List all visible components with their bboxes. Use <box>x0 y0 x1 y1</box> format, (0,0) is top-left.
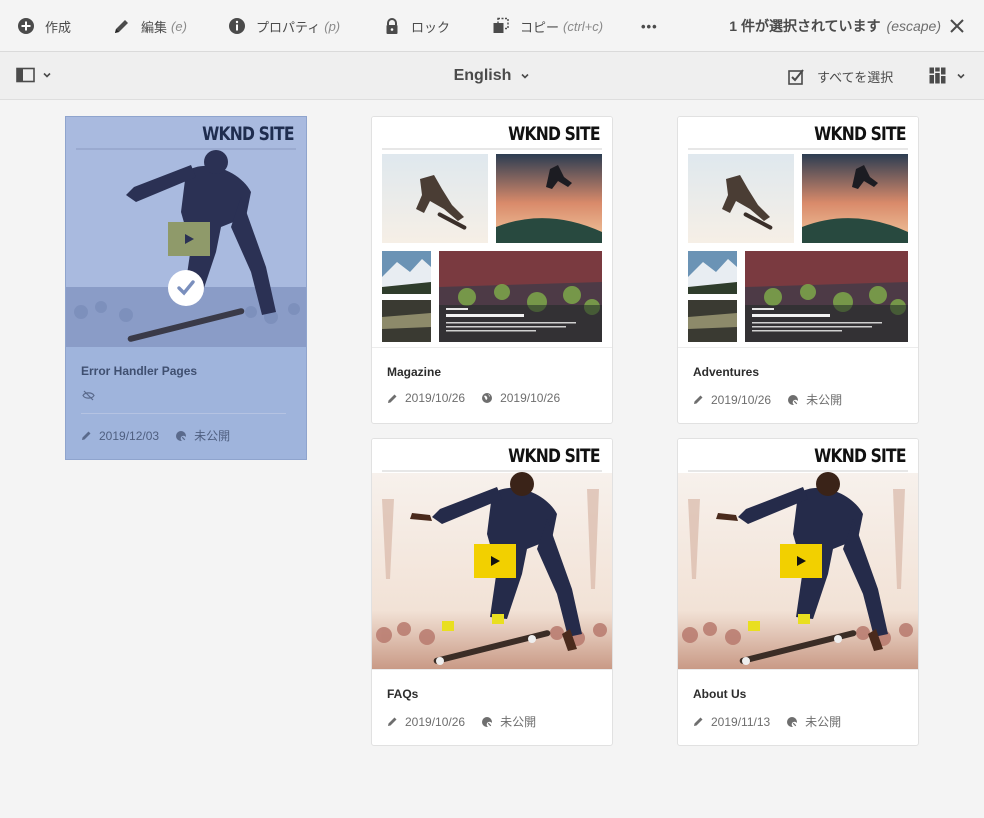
brand-logo: WKND SITE <box>202 123 294 145</box>
meta-divider <box>81 413 286 414</box>
language-label: English <box>453 67 512 84</box>
chevron-down-icon <box>957 73 965 79</box>
create-button[interactable]: 作成 <box>17 0 71 52</box>
pencil-icon <box>81 430 92 441</box>
card-thumbnail: WKND SITE <box>678 439 918 669</box>
card-status-row: 2019/10/26 2019/10/26 <box>387 391 560 405</box>
selection-shortcut: (escape) <box>886 18 941 34</box>
hidden-status <box>82 390 95 404</box>
card-title: Error Handler Pages <box>81 364 198 378</box>
properties-label: プロパティ <box>256 19 321 35</box>
card-thumbnail: WKND SITE <box>66 117 306 347</box>
brand-logo: WKND SITE <box>508 123 600 145</box>
language-selector[interactable]: English <box>454 67 531 85</box>
select-all-label: すべてを選択 <box>817 69 894 85</box>
lock-icon <box>383 17 401 35</box>
page-card-about-us[interactable]: WKND SITE About Us 2019/11/13 未公開 <box>677 438 919 746</box>
copy-label: コピー <box>520 19 560 35</box>
published-globe-icon <box>481 392 493 404</box>
card-view-icon <box>929 67 946 84</box>
brand-logo: WKND SITE <box>814 445 906 467</box>
pencil-icon <box>693 394 704 405</box>
unpublished-globe-icon <box>481 716 493 728</box>
play-button <box>168 222 210 256</box>
create-label: 作成 <box>45 19 72 35</box>
modified-date: 2019/12/03 <box>99 428 160 443</box>
card-thumbnail: WKND SITE <box>678 117 918 347</box>
card-title: Magazine <box>387 365 442 379</box>
play-button[interactable] <box>780 544 822 578</box>
modified-date: 2019/10/26 <box>405 714 466 729</box>
collage-image <box>688 148 908 342</box>
card-status-row: 2019/10/26 未公開 <box>387 713 536 730</box>
unpublished-globe-icon <box>175 430 187 442</box>
action-bar: 作成 編集 (e) プロパティ (p) ロック コピー (ctrl+c) •••… <box>0 0 984 52</box>
hidden-eye-icon <box>82 390 95 401</box>
publish-status: 未公開 <box>500 715 537 729</box>
pencil-icon <box>113 17 131 35</box>
pencil-icon <box>693 716 704 727</box>
modified-date: 2019/10/26 <box>711 392 772 407</box>
chevron-down-icon <box>521 73 529 79</box>
page-card-error-handler[interactable]: WKND SITE Error Handler Pages 2019/12/03… <box>65 116 307 460</box>
play-icon <box>491 556 500 566</box>
close-selection-button[interactable] <box>948 17 966 35</box>
card-title: FAQs <box>387 687 419 701</box>
card-thumbnail: WKND SITE <box>372 439 612 669</box>
more-icon: ••• <box>641 18 658 34</box>
properties-shortcut: (p) <box>324 18 341 34</box>
select-all-checkbox-icon <box>788 68 805 85</box>
card-title: Adventures <box>693 365 760 379</box>
properties-button[interactable]: プロパティ (p) <box>228 0 340 52</box>
play-icon <box>797 556 806 566</box>
publish-status: 未公開 <box>806 393 843 407</box>
page-card-faqs[interactable]: WKND SITE FAQs 2019/10/26 未公開 <box>371 438 613 746</box>
close-icon <box>950 19 964 33</box>
unpublished-globe-icon <box>786 716 798 728</box>
lock-button[interactable]: ロック <box>383 0 450 52</box>
card-status-row: 2019/10/26 未公開 <box>693 391 842 408</box>
lock-label: ロック <box>411 19 451 35</box>
add-circle-icon <box>17 17 35 35</box>
edit-label: 編集 <box>141 19 168 35</box>
selected-checkmark[interactable] <box>168 270 204 306</box>
brand-logo: WKND SITE <box>814 123 906 145</box>
pencil-icon <box>387 393 398 404</box>
collage-image <box>382 148 602 342</box>
checkmark-icon <box>177 280 195 296</box>
copy-icon <box>492 17 510 35</box>
card-meta: About Us 2019/11/13 未公開 <box>678 669 918 745</box>
copy-button[interactable]: コピー (ctrl+c) <box>492 0 603 52</box>
play-icon <box>185 234 194 244</box>
info-icon <box>228 17 246 35</box>
card-meta: Adventures 2019/10/26 未公開 <box>678 347 918 423</box>
play-button[interactable] <box>474 544 516 578</box>
view-switcher[interactable] <box>929 67 966 84</box>
publish-status: 未公開 <box>805 715 842 729</box>
more-actions-button[interactable]: ••• <box>641 0 658 52</box>
page-card-magazine[interactable]: WKND SITE Magazine 2019/10/26 2019/10/26 <box>371 116 613 424</box>
publish-status: 未公開 <box>194 429 231 443</box>
select-all-button[interactable]: すべてを選択 <box>788 52 893 100</box>
card-meta: FAQs 2019/10/26 未公開 <box>372 669 612 745</box>
copy-shortcut: (ctrl+c) <box>563 18 604 34</box>
page-card-adventures[interactable]: WKND SITE Adventures 2019/10/26 未公開 <box>677 116 919 424</box>
card-title: About Us <box>693 687 747 701</box>
modified-date: 2019/10/26 <box>405 391 466 405</box>
pencil-icon <box>387 716 398 727</box>
selection-count: 1 件が選択されています <box>729 18 881 34</box>
unpublished-globe-icon <box>787 394 799 406</box>
selection-status: 1 件が選択されています (escape) <box>729 0 941 52</box>
sub-toolbar: English すべてを選択 <box>0 52 984 100</box>
publish-status: 2019/10/26 <box>500 391 561 405</box>
card-status-row: 2019/11/13 未公開 <box>693 713 841 730</box>
card-meta: Error Handler Pages 2019/12/03 未公開 <box>66 347 306 459</box>
card-status-row: 2019/12/03 未公開 <box>81 427 230 444</box>
brand-logo: WKND SITE <box>508 445 600 467</box>
edit-button[interactable]: 編集 (e) <box>113 0 187 52</box>
card-thumbnail: WKND SITE <box>372 117 612 347</box>
modified-date: 2019/11/13 <box>711 714 771 729</box>
edit-shortcut: (e) <box>171 18 187 34</box>
card-meta: Magazine 2019/10/26 2019/10/26 <box>372 347 612 423</box>
